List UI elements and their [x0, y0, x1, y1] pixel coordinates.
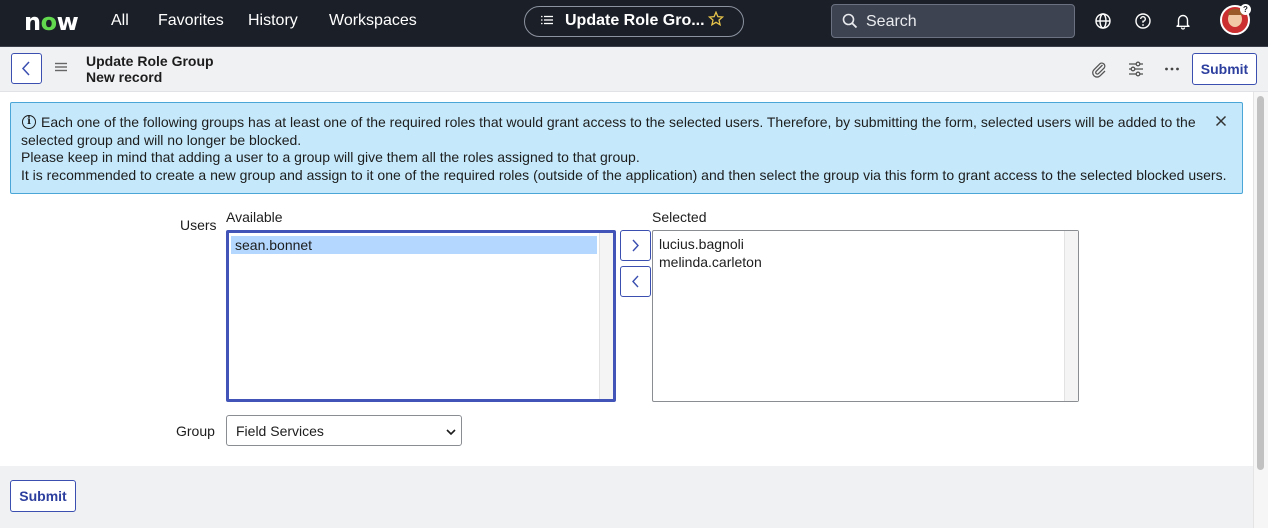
personalize-form-icon[interactable]	[1127, 60, 1145, 83]
attachment-icon[interactable]	[1090, 60, 1108, 83]
form-subtitle: New record	[86, 69, 163, 85]
nav-history[interactable]: History	[248, 12, 298, 30]
notifications-bell-icon[interactable]	[1174, 12, 1192, 30]
users-label: Users	[180, 217, 217, 233]
available-users-listbox[interactable]: sean.bonnet	[226, 230, 616, 402]
avatar-badge: ?	[1240, 4, 1251, 15]
globe-icon[interactable]	[1094, 12, 1112, 30]
close-icon[interactable]	[1215, 114, 1227, 132]
banner-line-3: Please keep in mind that adding a user t…	[21, 149, 640, 165]
search-icon	[842, 13, 858, 34]
group-label: Group	[176, 423, 215, 439]
banner-line-2: selected group and will no longer be blo…	[21, 132, 302, 148]
more-options-icon[interactable]	[1163, 60, 1181, 83]
form-title: Update Role Group	[86, 53, 214, 69]
available-label: Available	[226, 209, 283, 225]
top-navigation-bar: now All Favorites History Workspaces Upd…	[0, 0, 1268, 47]
chevron-right-icon	[632, 239, 639, 252]
page-scrollbar-thumb[interactable]	[1257, 96, 1264, 470]
servicenow-logo[interactable]: now	[24, 8, 79, 36]
nav-all[interactable]: All	[111, 12, 129, 30]
info-icon: i	[22, 115, 36, 129]
banner-line-4: It is recommended to create a new group …	[21, 167, 1227, 183]
banner-line-1: Each one of the following groups has at …	[41, 114, 1196, 130]
group-selected-value: Field Services	[236, 423, 324, 439]
help-icon[interactable]	[1134, 12, 1152, 30]
selected-listbox-scrollbar[interactable]	[1064, 231, 1078, 401]
list-icon	[541, 13, 553, 29]
available-listbox-scrollbar[interactable]	[599, 233, 613, 399]
chevron-down-icon	[445, 425, 457, 441]
selected-user-option[interactable]: melinda.carleton	[655, 253, 762, 271]
chevron-left-icon	[21, 61, 30, 76]
selected-user-option[interactable]: lucius.bagnoli	[655, 235, 744, 253]
back-button[interactable]	[11, 53, 42, 84]
info-message-banner: i Each one of the following groups has a…	[10, 102, 1243, 194]
selected-label: Selected	[652, 209, 707, 225]
context-menu-icon[interactable]	[55, 60, 67, 77]
nav-workspaces[interactable]: Workspaces	[329, 12, 417, 30]
footer-submit-button[interactable]: Submit	[10, 480, 76, 512]
global-search-input[interactable]: Search	[831, 4, 1075, 38]
chevron-left-icon	[632, 275, 639, 288]
header-submit-button[interactable]: Submit	[1192, 53, 1257, 85]
search-placeholder: Search	[866, 13, 917, 30]
available-user-option[interactable]: sean.bonnet	[231, 236, 597, 254]
nav-favorites[interactable]: Favorites	[158, 12, 224, 30]
context-title-pill[interactable]: Update Role Gro...	[524, 6, 744, 37]
group-select[interactable]: Field Services	[226, 415, 462, 446]
form-footer	[0, 466, 1253, 528]
add-to-selected-button[interactable]	[620, 230, 651, 261]
favorite-star-icon[interactable]	[707, 10, 725, 32]
context-title: Update Role Gro...	[565, 12, 705, 29]
form-header: Update Role Group New record Submit	[0, 47, 1268, 92]
remove-from-selected-button[interactable]	[620, 266, 651, 297]
selected-users-listbox[interactable]: lucius.bagnoli melinda.carleton	[652, 230, 1079, 402]
